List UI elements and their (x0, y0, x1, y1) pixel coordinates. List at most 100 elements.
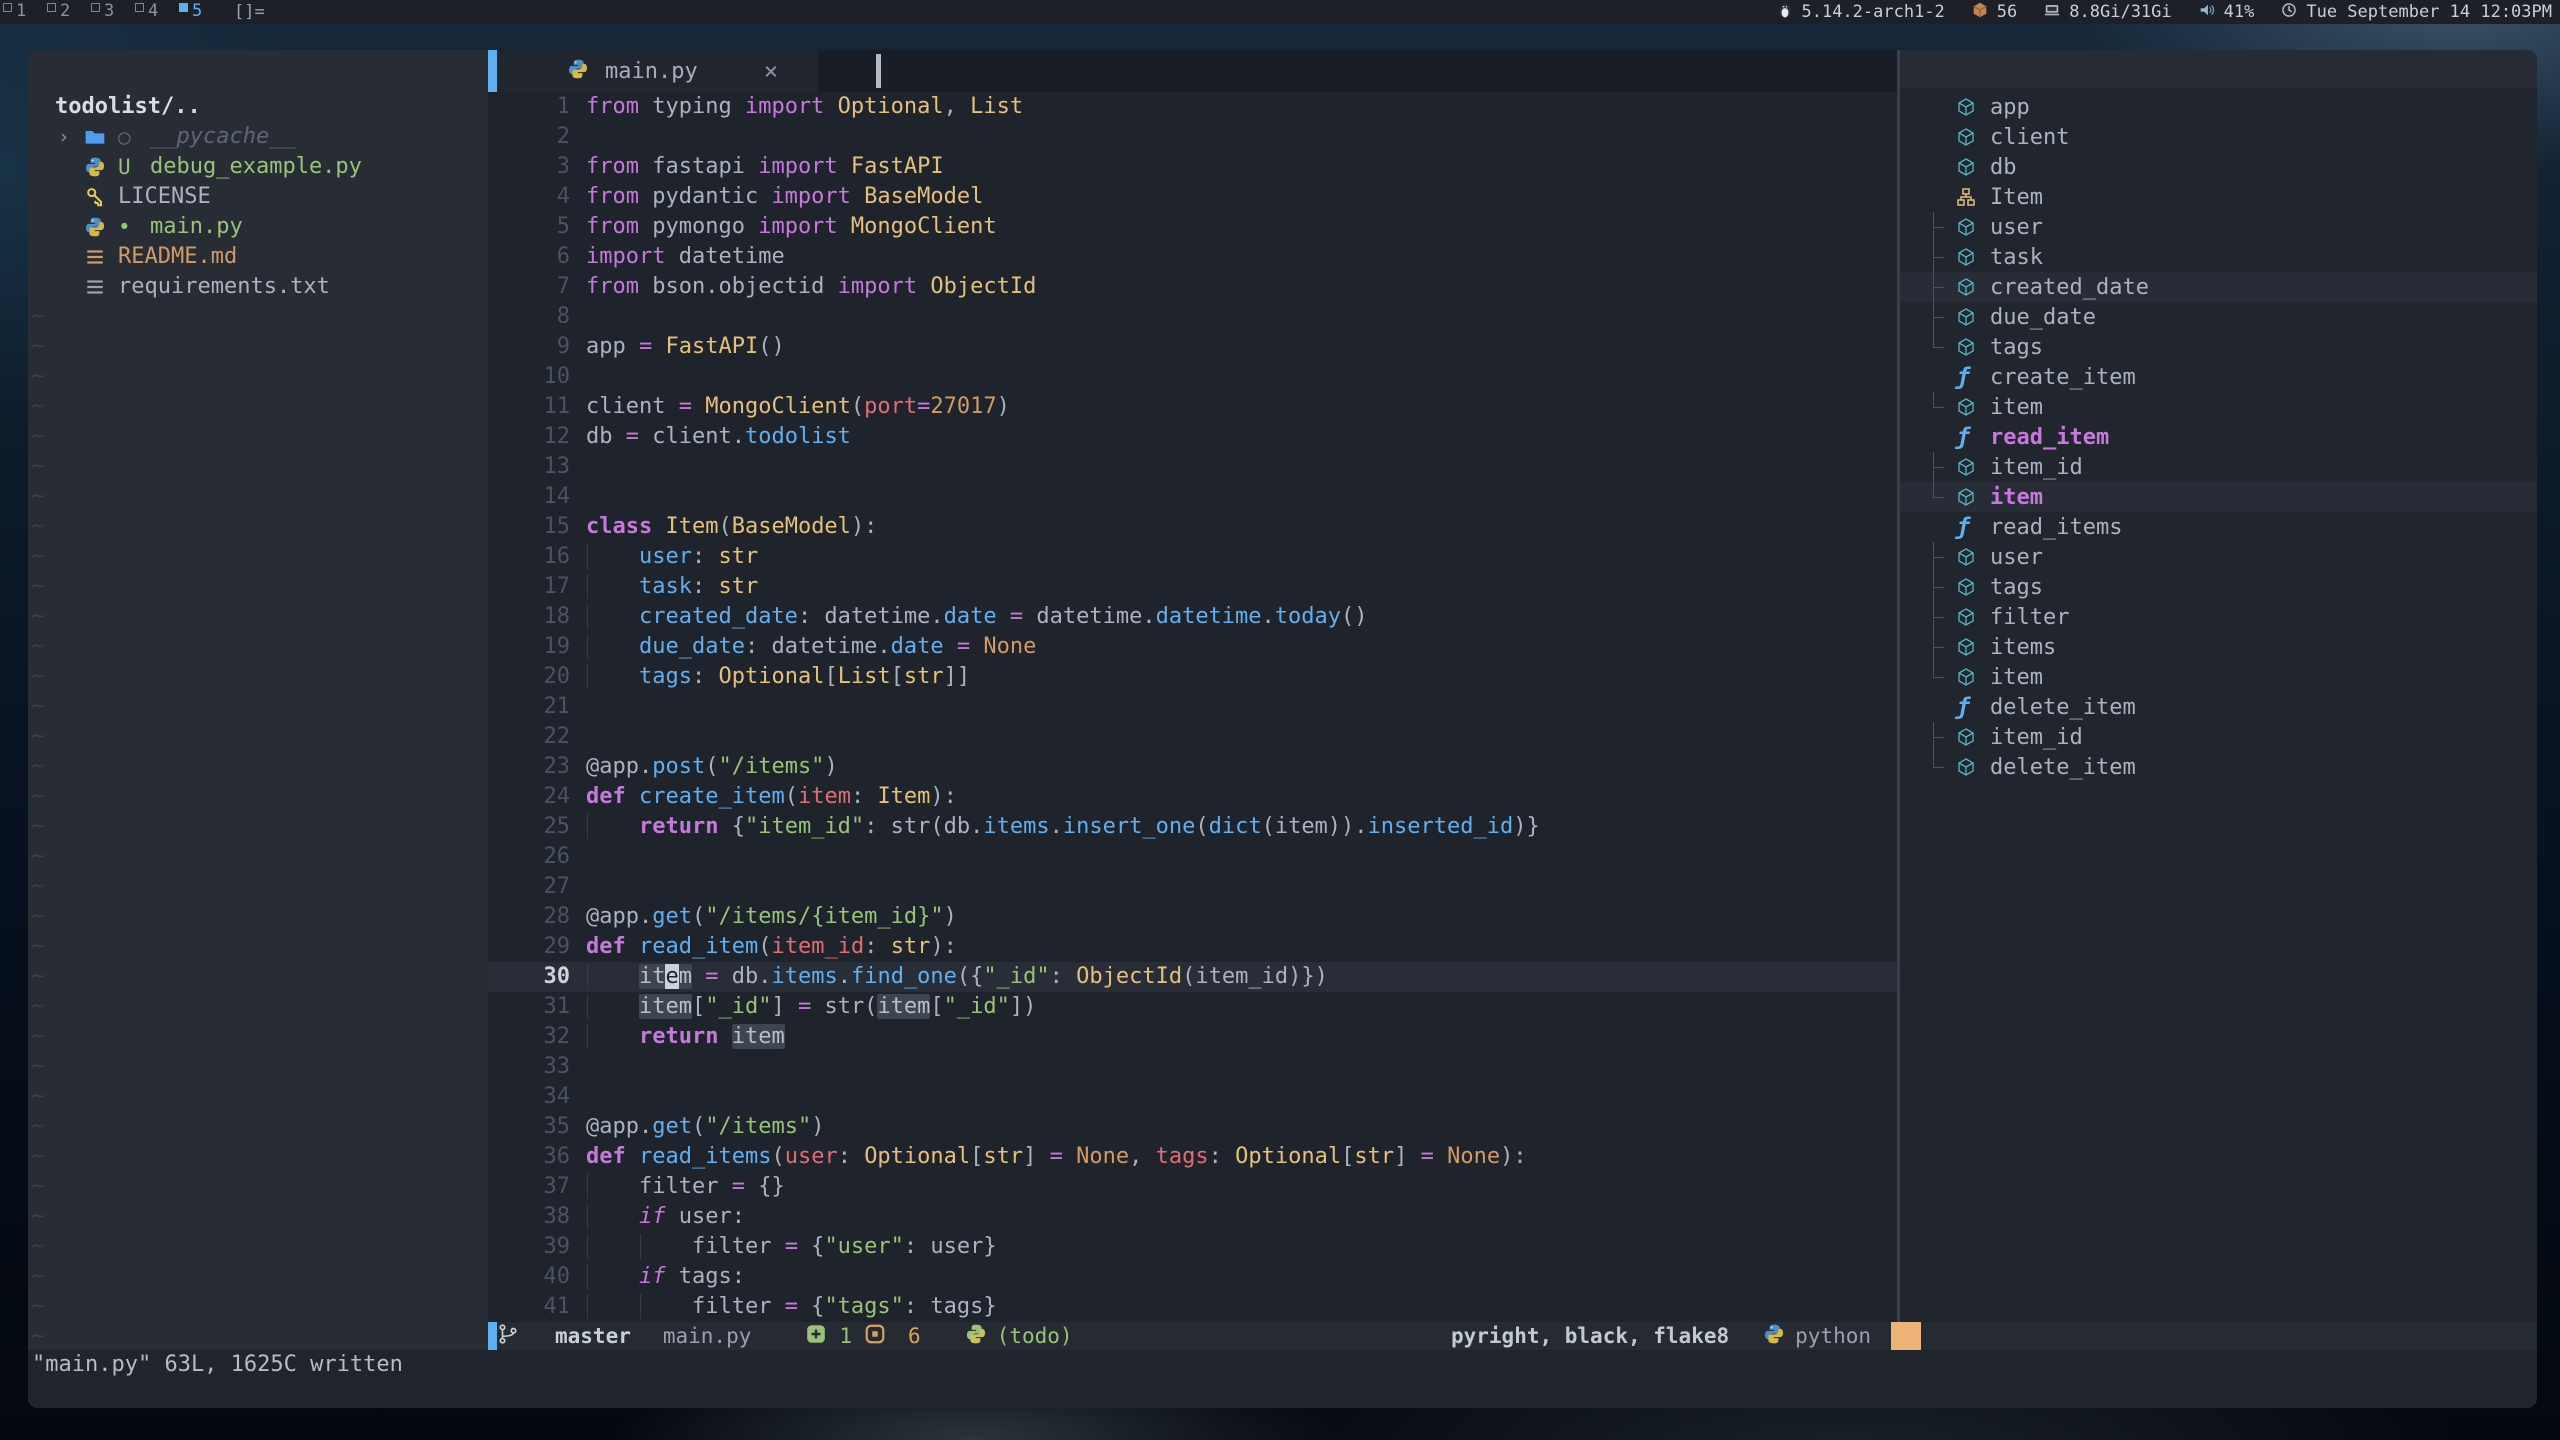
symbol-tags[interactable]: tags (1900, 572, 2537, 602)
workspace-1[interactable]: 1 (0, 0, 44, 24)
close-icon[interactable]: × (764, 57, 778, 85)
symbol-item[interactable]: item (1900, 482, 2537, 512)
symbol-label: item (1990, 395, 2043, 420)
added-count: 1 (839, 1324, 852, 1348)
symbol-read_item[interactable]: ƒread_item (1900, 422, 2537, 452)
code-line-23[interactable]: 23@app.post("/items") (488, 752, 1897, 782)
code-line-6[interactable]: 6import datetime (488, 242, 1897, 272)
code-line-41[interactable]: 41 filter = {"tags": tags} (488, 1292, 1897, 1322)
symbol-app[interactable]: app (1900, 92, 2537, 122)
code-text: from typing import Optional, List (586, 92, 1023, 122)
code-line-11[interactable]: 11client = MongoClient(port=27017) (488, 392, 1897, 422)
workspace-2[interactable]: 2 (44, 0, 88, 24)
code-line-21[interactable]: 21 (488, 692, 1897, 722)
code-line-38[interactable]: 38 if user: (488, 1202, 1897, 1232)
symbol-label: db (1990, 155, 2017, 180)
symbol-Item[interactable]: Item (1900, 182, 2537, 212)
code-text: created_date: datetime.date = datetime.d… (586, 602, 1368, 632)
symbol-client[interactable]: client (1900, 122, 2537, 152)
symbol-user[interactable]: user (1900, 212, 2537, 242)
code-line-8[interactable]: 8 (488, 302, 1897, 332)
tree-item-license[interactable]: LICENSE (58, 182, 211, 212)
symbol-task[interactable]: task (1900, 242, 2537, 272)
symbol-created_date[interactable]: created_date (1900, 272, 2537, 302)
symbol-item_id[interactable]: item_id (1900, 452, 2537, 482)
code-line-2[interactable]: 2 (488, 122, 1897, 152)
workspace-indicator (3, 3, 12, 12)
code-line-18[interactable]: 18 created_date: datetime.date = datetim… (488, 602, 1897, 632)
symbol-label: tags (1990, 575, 2043, 600)
layout-symbol[interactable]: []= (234, 2, 265, 22)
code-line-28[interactable]: 28@app.get("/items/{item_id}") (488, 902, 1897, 932)
tab-main-py[interactable]: main.py × (497, 50, 818, 92)
workspace-4[interactable]: 4 (132, 0, 176, 24)
code-line-5[interactable]: 5from pymongo import MongoClient (488, 212, 1897, 242)
tree-item-debug-example-py[interactable]: Udebug_example.py (58, 152, 362, 182)
workspace-5[interactable]: 5 (176, 0, 220, 24)
code-line-4[interactable]: 4from pydantic import BaseModel (488, 182, 1897, 212)
code-line-26[interactable]: 26 (488, 842, 1897, 872)
code-line-12[interactable]: 12db = client.todolist (488, 422, 1897, 452)
code-line-37[interactable]: 37 filter = {} (488, 1172, 1897, 1202)
symbol-filter[interactable]: filter (1900, 602, 2537, 632)
tree-item-requirements-txt[interactable]: requirements.txt (58, 272, 330, 302)
line-number: 32 (488, 1022, 586, 1052)
file-name: main.py (150, 212, 243, 242)
code-line-24[interactable]: 24def create_item(item: Item): (488, 782, 1897, 812)
variable-cube-icon (1956, 307, 1990, 327)
symbol-user[interactable]: user (1900, 542, 2537, 572)
workspace-indicator (91, 3, 100, 12)
symbol-delete_item[interactable]: delete_item (1900, 752, 2537, 782)
code-line-15[interactable]: 15class Item(BaseModel): (488, 512, 1897, 542)
code-line-31[interactable]: 31 item["_id"] = str(item["_id"]) (488, 992, 1897, 1022)
code-text: filter = {"tags": tags} (586, 1292, 997, 1322)
code-line-30[interactable]: 30 item = db.items.find_one({"_id": Obje… (488, 962, 1897, 992)
code-line-34[interactable]: 34 (488, 1082, 1897, 1112)
tree-item-main-py[interactable]: •main.py (58, 212, 243, 242)
code-line-16[interactable]: 16 user: str (488, 542, 1897, 572)
code-line-33[interactable]: 33 (488, 1052, 1897, 1082)
code-line-10[interactable]: 10 (488, 362, 1897, 392)
workspace-3[interactable]: 3 (88, 0, 132, 24)
symbol-items[interactable]: items (1900, 632, 2537, 662)
code-line-35[interactable]: 35@app.get("/items") (488, 1112, 1897, 1142)
line-number: 33 (488, 1052, 586, 1082)
symbol-label: item (1990, 485, 2043, 510)
symbol-tags[interactable]: tags (1900, 332, 2537, 362)
symbol-item_id[interactable]: item_id (1900, 722, 2537, 752)
code-line-25[interactable]: 25 return {"item_id": str(db.items.inser… (488, 812, 1897, 842)
symbol-create_item[interactable]: ƒcreate_item (1900, 362, 2537, 392)
code-line-39[interactable]: 39 filter = {"user": user} (488, 1232, 1897, 1262)
symbol-item[interactable]: item (1900, 392, 2537, 422)
code-editor[interactable]: 1from typing import Optional, List23from… (488, 92, 1897, 1322)
code-line-3[interactable]: 3from fastapi import FastAPI (488, 152, 1897, 182)
code-line-20[interactable]: 20 tags: Optional[List[str]] (488, 662, 1897, 692)
tree-guide (1922, 452, 1956, 482)
code-line-27[interactable]: 27 (488, 872, 1897, 902)
code-line-7[interactable]: 7from bson.objectid import ObjectId (488, 272, 1897, 302)
symbol-label: user (1990, 215, 2043, 240)
code-line-19[interactable]: 19 due_date: datetime.date = None (488, 632, 1897, 662)
tree-item-readme-md[interactable]: README.md (58, 242, 237, 272)
tree-item---pycache--[interactable]: ›○__pycache__ (58, 122, 296, 152)
code-line-22[interactable]: 22 (488, 722, 1897, 752)
command-line-area[interactable]: "main.py" 63L, 1625C written (28, 1350, 2537, 1408)
code-line-14[interactable]: 14 (488, 482, 1897, 512)
code-line-32[interactable]: 32 return item (488, 1022, 1897, 1052)
symbol-db[interactable]: db (1900, 152, 2537, 182)
code-line-1[interactable]: 1from typing import Optional, List (488, 92, 1897, 122)
variable-cube-icon (1956, 397, 1990, 417)
symbol-item[interactable]: item (1900, 662, 2537, 692)
symbol-delete_item[interactable]: ƒdelete_item (1900, 692, 2537, 722)
symbol-due_date[interactable]: due_date (1900, 302, 2537, 332)
symbol-read_items[interactable]: ƒread_items (1900, 512, 2537, 542)
code-line-29[interactable]: 29def read_item(item_id: str): (488, 932, 1897, 962)
code-line-13[interactable]: 13 (488, 452, 1897, 482)
code-line-17[interactable]: 17 task: str (488, 572, 1897, 602)
code-line-9[interactable]: 9app = FastAPI() (488, 332, 1897, 362)
code-line-40[interactable]: 40 if tags: (488, 1262, 1897, 1292)
symbol-label: create_item (1990, 365, 2136, 390)
tree-guide (1922, 632, 1956, 662)
code-line-36[interactable]: 36def read_items(user: Optional[str] = N… (488, 1142, 1897, 1172)
status-penguin: 5.14.2-arch1-2 (1776, 1, 1945, 24)
